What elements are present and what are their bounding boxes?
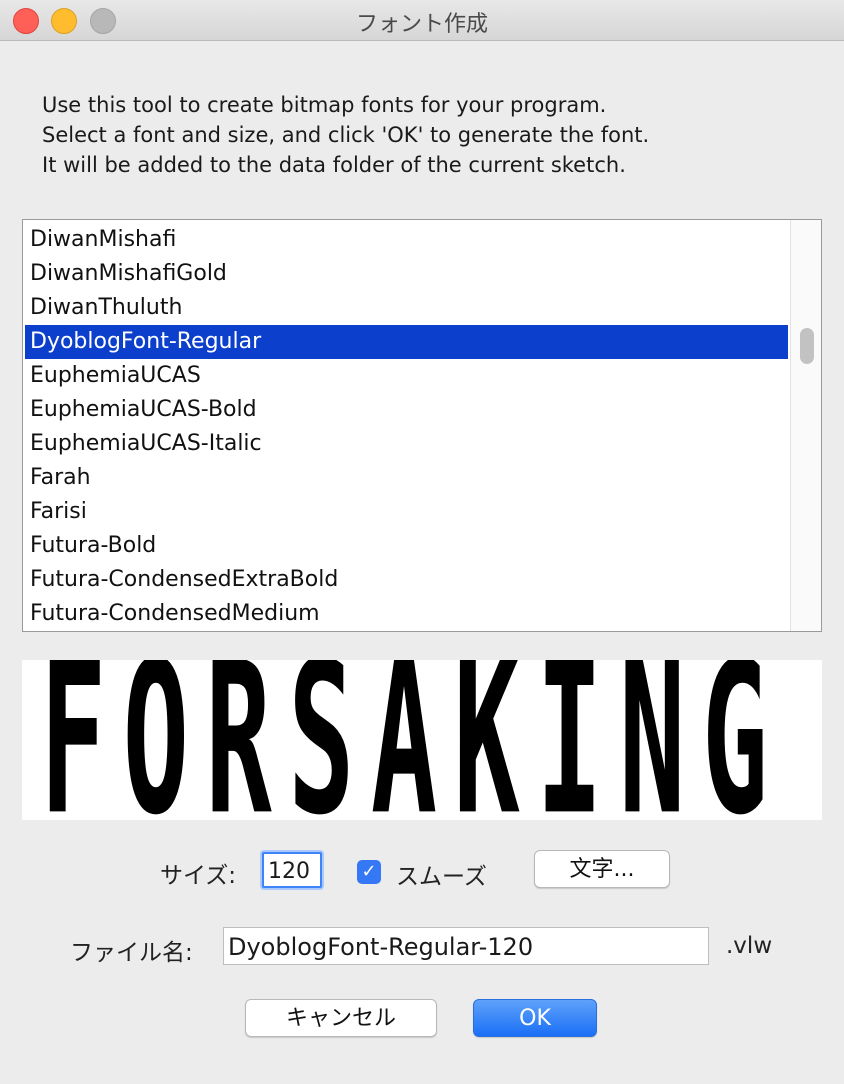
font-list-item[interactable]: Futura-CondensedMedium xyxy=(25,597,788,631)
font-list-item[interactable]: EuphemiaUCAS xyxy=(25,359,788,393)
font-list-item[interactable]: Futura-CondensedExtraBold xyxy=(25,563,788,597)
instruction-line-1: Use this tool to create bitmap fonts for… xyxy=(42,93,607,117)
font-list-item[interactable]: DiwanMishafiGold xyxy=(25,257,788,291)
font-preview-text: FORSAKING I xyxy=(40,660,822,820)
smooth-checkbox[interactable]: ✓ xyxy=(357,860,381,884)
instruction-line-3: It will be added to the data folder of t… xyxy=(42,153,626,177)
size-input[interactable]: 120 xyxy=(262,852,322,888)
window-title: フォント作成 xyxy=(355,12,488,37)
font-list-scrollbar[interactable] xyxy=(790,220,821,631)
title-bar: フォント作成 xyxy=(0,0,844,41)
filename-label: ファイル名: xyxy=(70,940,193,966)
font-list[interactable]: DiwanMishafi DiwanMishafiGold DiwanThulu… xyxy=(22,219,822,632)
cancel-button[interactable]: キャンセル xyxy=(245,999,437,1037)
font-list-item-selected[interactable]: DyoblogFont-Regular xyxy=(25,325,788,359)
font-list-item[interactable]: DiwanMishafi xyxy=(25,223,788,257)
smooth-label[interactable]: スムーズ xyxy=(396,857,487,891)
instructions: Use this tool to create bitmap fonts for… xyxy=(42,90,649,180)
checkmark-icon: ✓ xyxy=(361,861,377,882)
filename-input[interactable]: DyoblogFont-Regular-120 xyxy=(223,927,709,965)
ok-button[interactable]: OK xyxy=(473,999,597,1037)
size-label: サイズ: xyxy=(160,863,237,889)
font-list-item[interactable]: DiwanThuluth xyxy=(25,291,788,325)
scrollbar-thumb[interactable] xyxy=(800,328,814,364)
filename-extension: .vlw xyxy=(726,933,773,959)
font-list-item[interactable]: EuphemiaUCAS-Bold xyxy=(25,393,788,427)
font-preview: FORSAKING I xyxy=(22,660,822,820)
font-list-item[interactable]: Farisi xyxy=(25,495,788,529)
instruction-line-2: Select a font and size, and click 'OK' t… xyxy=(42,123,650,147)
font-list-item[interactable]: EuphemiaUCAS-Italic xyxy=(25,427,788,461)
characters-button[interactable]: 文字... xyxy=(534,850,670,888)
font-list-item[interactable]: Farah xyxy=(25,461,788,495)
font-list-item[interactable]: Futura-Bold xyxy=(25,529,788,563)
